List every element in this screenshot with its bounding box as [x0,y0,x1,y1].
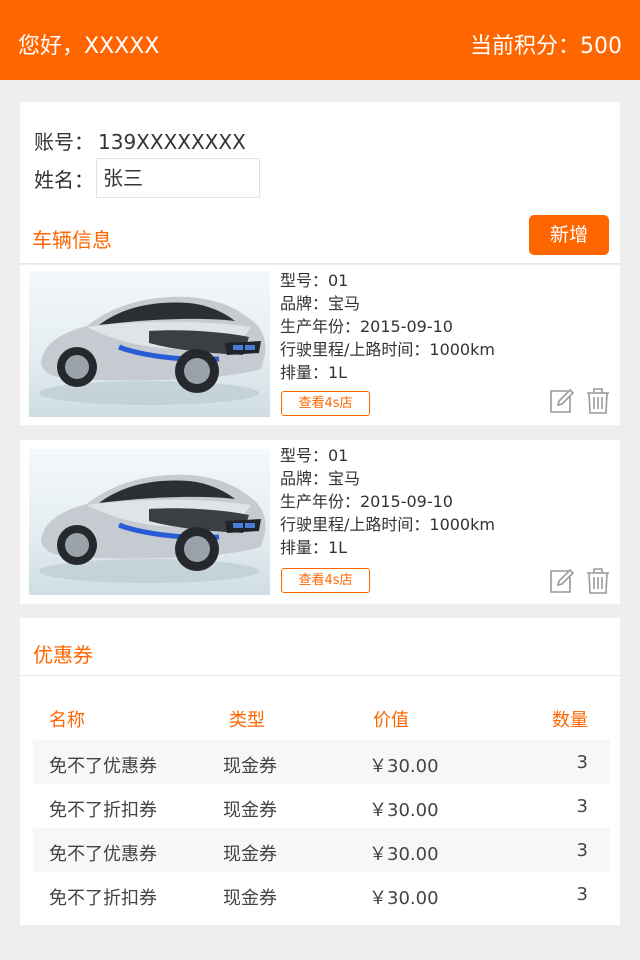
vehicle-displacement: 排量：1L [280,363,348,382]
coupon-name: 免不了优惠券 [49,756,157,777]
coupon-name: 免不了优惠券 [49,844,157,865]
coupon-type: 现金券 [223,888,277,909]
column-header-name: 名称 [49,710,85,731]
name-field[interactable]: 张三 [96,158,260,198]
column-header-quantity: 数量 [552,710,588,731]
column-header-value: 价值 [373,710,409,731]
account-card: 账号： 139XXXXXXXX 姓名： 张三 车辆信息 新增 [20,102,620,264]
car-photo [29,271,270,417]
coupon-quantity: 3 [576,752,588,773]
coupon-type: 现金券 [223,756,277,777]
column-header-type: 类型 [229,710,265,731]
divider [20,675,620,676]
coupon-name: 免不了折扣券 [49,800,157,821]
coupon-type: 现金券 [223,844,277,865]
coupon-name: 免不了折扣券 [49,888,157,909]
vehicle-card: 型号：01 品牌：宝马 生产年份：2015-09-10 行驶里程/上路时间：10… [20,265,620,425]
coupon-quantity: 3 [576,796,588,817]
coupon-card: 优惠券 名称 类型 价值 数量 免不了优惠券 现金券 ￥30.00 3 免不了折… [20,618,620,925]
coupon-table: 名称 类型 价值 数量 免不了优惠券 现金券 ￥30.00 3 免不了折扣券 现… [33,696,610,916]
edit-icon[interactable] [548,567,575,595]
points-text: 当前积分：500 [470,34,622,59]
vehicle-model: 型号：01 [280,271,349,290]
add-vehicle-button[interactable]: 新增 [529,215,609,255]
account-label: 账号： [34,130,94,154]
coupon-value: ￥30.00 [369,800,439,821]
vehicle-brand: 品牌：宝马 [280,469,361,488]
view-4s-shop-button[interactable]: 查看4s店 [281,391,370,416]
name-row: 姓名： 张三 [34,158,260,198]
table-row: 免不了折扣券 现金券 ￥30.00 3 [33,872,610,916]
edit-icon[interactable] [548,387,575,415]
car-photo [29,449,270,595]
trash-icon[interactable] [585,567,611,595]
vehicle-card: 型号：01 品牌：宝马 生产年份：2015-09-10 行驶里程/上路时间：10… [20,440,620,604]
coupon-quantity: 3 [576,840,588,861]
divider [20,263,620,264]
account-row: 账号： 139XXXXXXXX [34,126,246,155]
vehicle-details: 型号：01 品牌：宝马 生产年份：2015-09-10 行驶里程/上路时间：10… [280,269,495,384]
vehicle-model: 型号：01 [280,446,349,465]
vehicle-year: 生产年份：2015-09-10 [280,492,453,511]
coupon-value: ￥30.00 [369,844,439,865]
coupon-section-title: 优惠券 [33,643,93,667]
coupon-value: ￥30.00 [369,756,439,777]
coupon-value: ￥30.00 [369,888,439,909]
table-header-row: 名称 类型 价值 数量 [33,696,610,740]
vehicle-details: 型号：01 品牌：宝马 生产年份：2015-09-10 行驶里程/上路时间：10… [280,444,495,559]
vehicle-displacement: 排量：1L [280,538,348,557]
top-header: 您好，XXXXX 当前积分：500 [0,0,640,80]
trash-icon[interactable] [585,387,611,415]
coupon-quantity: 3 [576,884,588,905]
view-4s-shop-button[interactable]: 查看4s店 [281,568,370,593]
table-row: 免不了优惠券 现金券 ￥30.00 3 [33,828,610,872]
vehicle-brand: 品牌：宝马 [280,294,361,313]
vehicle-mileage: 行驶里程/上路时间：1000km [280,515,495,534]
vehicle-section-title: 车辆信息 [32,228,112,252]
vehicle-year: 生产年份：2015-09-10 [280,317,453,336]
account-value: 139XXXXXXXX [98,130,246,154]
table-row: 免不了折扣券 现金券 ￥30.00 3 [33,784,610,828]
coupon-type: 现金券 [223,800,277,821]
table-row: 免不了优惠券 现金券 ￥30.00 3 [33,740,610,784]
name-label: 姓名： [34,167,94,192]
vehicle-mileage: 行驶里程/上路时间：1000km [280,340,495,359]
greeting-text: 您好，XXXXX [18,34,160,59]
